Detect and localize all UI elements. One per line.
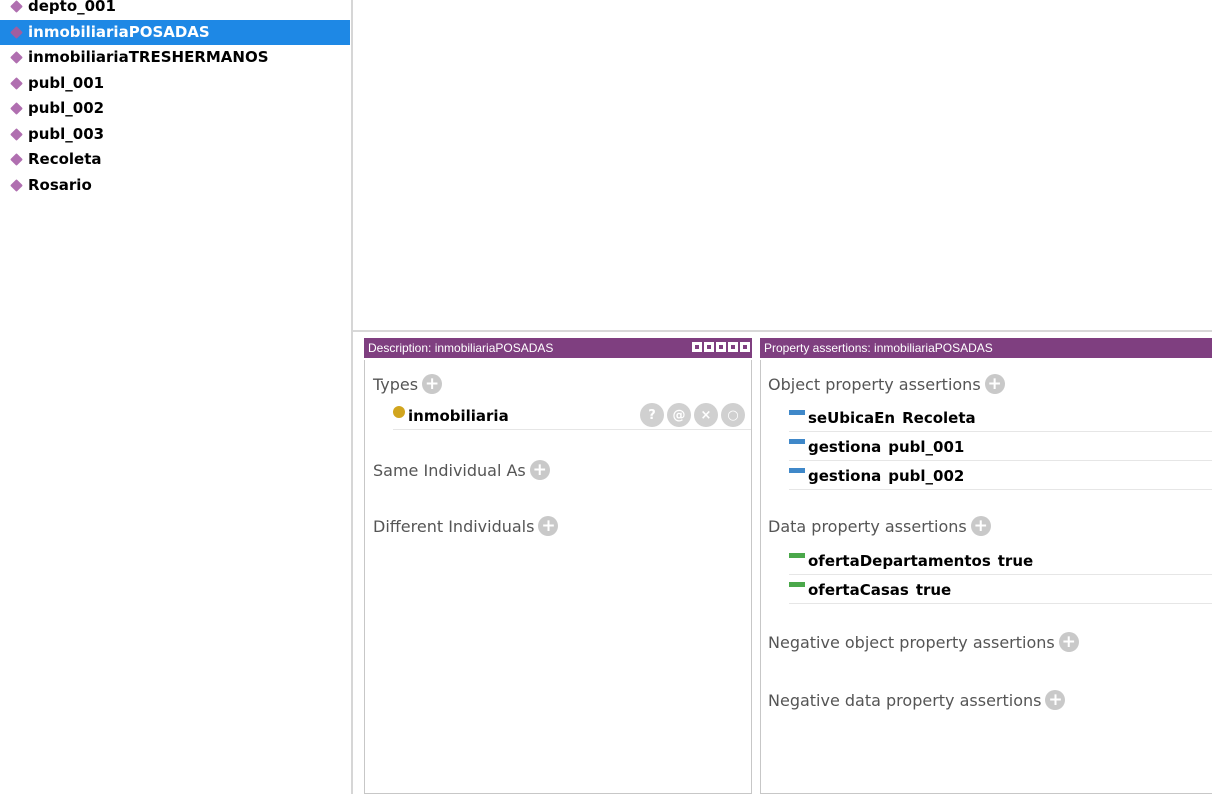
edit-icon[interactable]: ○: [721, 403, 745, 427]
object-assertion-row[interactable]: gestiona publ_002: [789, 462, 1212, 490]
assertion-value: Recoleta: [902, 408, 976, 427]
delete-icon[interactable]: ×: [694, 403, 718, 427]
types-section: Types +: [373, 374, 443, 394]
individual-item-rosario[interactable]: Rosario: [0, 173, 351, 199]
object-property-icon: [789, 439, 805, 444]
property-assertions-body: Object property assertions + seUbicaEn R…: [760, 360, 1212, 794]
individual-label: inmobiliariaTRESHERMANOS: [28, 48, 269, 67]
individual-label: publ_002: [28, 99, 105, 118]
same-individual-section: Same Individual As +: [373, 460, 550, 480]
explain-icon[interactable]: ?: [640, 403, 664, 427]
assertion-value: publ_002: [888, 466, 965, 485]
add-different-individual-button[interactable]: +: [538, 516, 559, 536]
type-actions: ? @ × ○: [640, 403, 745, 427]
assertion-property: ofertaCasas: [808, 580, 909, 599]
assertion-property: gestiona: [808, 466, 882, 485]
data-property-section: Data property assertions +: [768, 516, 991, 536]
add-type-button[interactable]: +: [422, 374, 443, 394]
individual-icon: [10, 0, 23, 14]
types-label: Types: [373, 374, 419, 394]
individual-label: publ_003: [28, 124, 105, 143]
object-assertion-row[interactable]: gestiona publ_001: [789, 433, 1212, 461]
assertion-property: seUbicaEn: [808, 408, 896, 427]
description-body: Types + inmobiliaria ? @ × ○ Same Indivi…: [364, 360, 752, 794]
class-icon: [393, 405, 405, 418]
object-assertion-row[interactable]: seUbicaEn Recoleta: [789, 404, 1212, 432]
individual-item-inmobiliariatreshermanos[interactable]: inmobiliariaTRESHERMANOS: [0, 45, 351, 71]
type-name: inmobiliaria: [408, 406, 509, 425]
property-assertions-header: Property assertions: inmobiliariaPOSADAS: [760, 338, 1212, 358]
split-horizontal-icon[interactable]: [716, 342, 726, 352]
negative-object-property-section: Negative object property assertions +: [768, 632, 1079, 652]
object-property-section: Object property assertions +: [768, 374, 1005, 394]
individual-icon: [10, 153, 23, 167]
add-negative-data-property-button[interactable]: +: [1045, 690, 1066, 710]
annotate-icon[interactable]: @: [667, 403, 691, 427]
assertion-value: publ_001: [888, 437, 965, 456]
individual-item-depto-001[interactable]: depto_001: [0, 0, 351, 20]
individual-icon: [10, 51, 23, 65]
add-object-property-button[interactable]: +: [984, 374, 1005, 394]
negative-data-property-label: Negative data property assertions: [768, 690, 1042, 710]
individual-icon: [10, 76, 23, 90]
type-row[interactable]: inmobiliaria ? @ × ○: [393, 402, 751, 430]
assertion-value: true: [915, 580, 952, 599]
data-property-icon: [789, 582, 805, 587]
add-data-property-button[interactable]: +: [970, 516, 991, 536]
add-negative-object-property-button[interactable]: +: [1058, 632, 1079, 652]
assertion-property: ofertaDepartamentos: [808, 551, 991, 570]
individual-item-publ-002[interactable]: publ_002: [0, 96, 351, 122]
object-property-icon: [789, 468, 805, 473]
negative-data-property-section: Negative data property assertions +: [768, 690, 1066, 710]
individual-icon: [10, 102, 23, 116]
individuals-tree[interactable]: depto_001 inmobiliariaPOSADAS inmobiliar…: [0, 0, 353, 794]
data-property-label: Data property assertions: [768, 516, 967, 536]
graph-view-area: [353, 0, 1212, 332]
individual-icon: [10, 178, 23, 192]
individuals-list: depto_001 inmobiliariaPOSADAS inmobiliar…: [0, 0, 351, 198]
description-header: Description: inmobiliariaPOSADAS: [364, 338, 752, 358]
individual-item-publ-001[interactable]: publ_001: [0, 71, 351, 97]
data-assertion-row[interactable]: ofertaCasas true: [789, 576, 1212, 604]
float-view-icon[interactable]: [728, 342, 738, 352]
close-view-icon[interactable]: [740, 342, 750, 352]
individual-item-inmobiliariaposadas[interactable]: inmobiliariaPOSADAS: [0, 19, 350, 45]
individual-icon: [10, 25, 23, 39]
property-assertions-header-title: Property assertions: inmobiliariaPOSADAS: [764, 341, 993, 355]
individual-label: depto_001: [28, 0, 116, 16]
individual-icon: [10, 127, 23, 141]
individual-label: inmobiliariaPOSADAS: [28, 22, 210, 41]
same-individual-label: Same Individual As: [373, 460, 526, 480]
object-property-icon: [789, 410, 805, 415]
individual-item-publ-003[interactable]: publ_003: [0, 122, 351, 148]
data-property-icon: [789, 553, 805, 558]
property-assertions-panel: Property assertions: inmobiliariaPOSADAS…: [760, 338, 1212, 794]
individual-label: Rosario: [28, 175, 92, 194]
add-same-individual-button[interactable]: +: [529, 460, 550, 480]
negative-object-property-label: Negative object property assertions: [768, 632, 1055, 652]
individual-label: Recoleta: [28, 150, 102, 169]
individual-label: publ_001: [28, 73, 105, 92]
individual-item-recoleta[interactable]: Recoleta: [0, 147, 351, 173]
help-view-icon[interactable]: [692, 342, 702, 352]
description-header-title: Description: inmobiliariaPOSADAS: [368, 341, 554, 355]
description-panel: Description: inmobiliariaPOSADAS Types +…: [364, 338, 752, 794]
split-vertical-icon[interactable]: [704, 342, 714, 352]
object-property-label: Object property assertions: [768, 374, 981, 394]
different-individuals-label: Different Individuals: [373, 516, 535, 536]
assertion-value: true: [997, 551, 1034, 570]
different-individuals-section: Different Individuals +: [373, 516, 559, 536]
view-controls: [692, 342, 750, 352]
assertion-property: gestiona: [808, 437, 882, 456]
data-assertion-row[interactable]: ofertaDepartamentos true: [789, 547, 1212, 575]
